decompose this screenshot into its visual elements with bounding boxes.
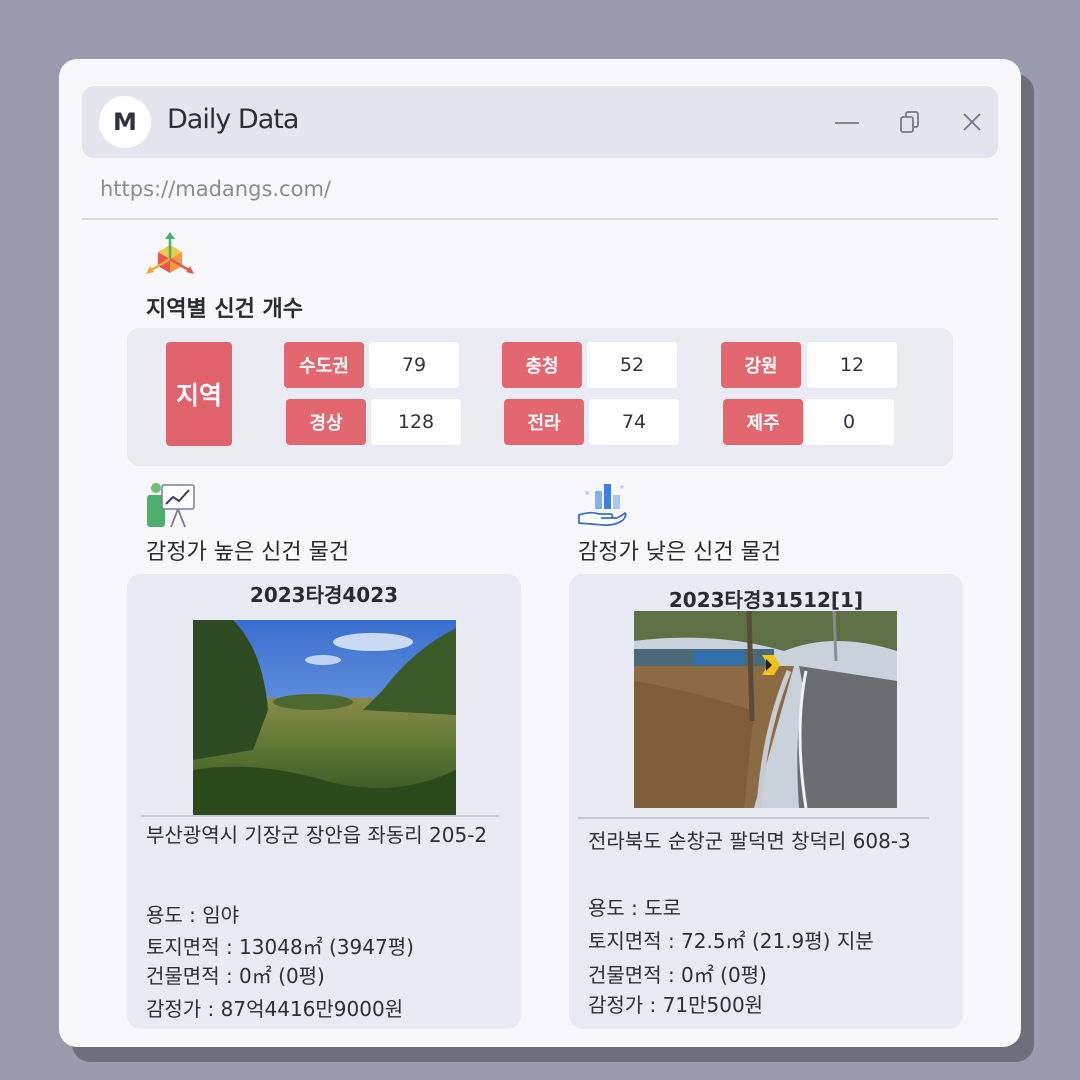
high-land-area: 토지면적 : 13048㎡ (3947평) bbox=[146, 935, 414, 959]
app-title: Daily Data bbox=[167, 104, 299, 135]
region-chip-gangwon: 강원 bbox=[721, 342, 801, 388]
high-address: 부산광역시 기장군 장안읍 좌동리 205-2 bbox=[146, 823, 488, 847]
region-count-capital: 79 bbox=[369, 342, 459, 388]
region-section-title: 지역별 신건 개수 bbox=[146, 297, 303, 322]
close-icon[interactable] bbox=[958, 108, 986, 136]
region-count-gangwon: 12 bbox=[807, 342, 897, 388]
low-usage: 용도 : 도로 bbox=[588, 896, 682, 920]
app-window: M Daily Data https://madangs.com/ 지역별 신건… bbox=[59, 59, 1021, 1047]
region-chip-chungcheong: 충청 bbox=[502, 342, 582, 388]
low-card-divider bbox=[578, 817, 929, 819]
region-chip-capital: 수도권 bbox=[284, 342, 364, 388]
presentation-chart-icon bbox=[144, 481, 196, 533]
url-text: https://madangs.com/ bbox=[100, 177, 331, 201]
low-property-photo bbox=[634, 611, 897, 808]
region-count-gyeongsang: 128 bbox=[371, 399, 461, 445]
high-property-card[interactable]: 2023타경4023 부산광역시 기장군 장안읍 좌동리 205-2 용도: … bbox=[127, 574, 521, 1029]
high-usage: 용도 : 임야 bbox=[146, 903, 240, 927]
region-chip-jeju: 제주 bbox=[723, 399, 803, 445]
region-label: 지역 bbox=[166, 342, 232, 446]
high-card-divider bbox=[141, 815, 499, 817]
minimize-icon[interactable] bbox=[833, 108, 861, 136]
region-count-jeolla: 74 bbox=[589, 399, 679, 445]
region-chip-gyeongsang: 경상 bbox=[286, 399, 366, 445]
low-land-area: 토지면적 : 72.5㎡ (21.9평) 지분 bbox=[588, 929, 874, 953]
region-chip-jeolla: 전라 bbox=[504, 399, 584, 445]
restore-icon[interactable] bbox=[897, 108, 925, 136]
3d-axes-icon bbox=[144, 231, 196, 283]
low-section-title: 감정가 낮은 신건 물건 bbox=[578, 540, 782, 565]
hand-chart-icon bbox=[577, 481, 627, 531]
high-case-number: 2023타경4023 bbox=[249, 583, 399, 607]
region-count-jeju: 0 bbox=[804, 399, 894, 445]
app-logo: M bbox=[99, 96, 151, 148]
region-panel: 지역 수도권 79 충청 52 강원 12 경상 128 전라 74 제주 0 bbox=[127, 328, 953, 466]
low-price: 감정가 : 71만500원 bbox=[588, 993, 764, 1017]
high-section-title: 감정가 높은 신건 물건 bbox=[146, 540, 350, 565]
low-property-card[interactable]: 2023타경31512[1] 전라북도 순창군 팔덕면 창덕리 608-3 용도… bbox=[569, 574, 963, 1029]
title-bar: M Daily Data bbox=[82, 86, 998, 158]
header-divider bbox=[82, 218, 998, 220]
low-address: 전라북도 순창군 팔덕면 창덕리 608-3 bbox=[588, 829, 911, 853]
high-property-photo bbox=[193, 620, 456, 815]
region-count-chungcheong: 52 bbox=[587, 342, 677, 388]
low-case-number: 2023타경31512[1] bbox=[668, 588, 864, 612]
high-price: 감정가 : 87억4416만9000원 bbox=[146, 997, 404, 1021]
high-building-area: 건물면적 : 0㎡ (0평) bbox=[146, 964, 325, 988]
low-building-area: 건물면적 : 0㎡ (0평) bbox=[588, 963, 767, 987]
